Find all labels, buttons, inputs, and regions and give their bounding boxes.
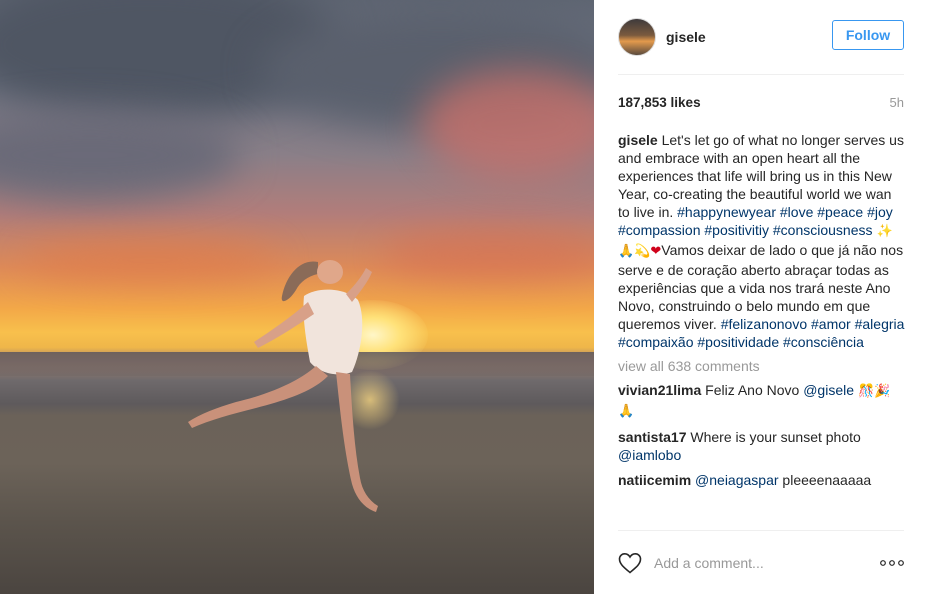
likes-row: 187,853 likes 5h [618, 95, 904, 110]
comment: natiicemim @neiagaspar pleeeenaaaaa [618, 471, 906, 489]
hashtag[interactable]: #consciência [783, 334, 864, 350]
post-side-panel: gisele Follow 187,853 likes 5h gisele Le… [594, 0, 928, 594]
hashtag[interactable]: #love [780, 204, 813, 220]
post-header: gisele Follow [618, 0, 904, 75]
hashtag[interactable]: #positivitiy [704, 222, 769, 238]
add-comment-input[interactable] [652, 547, 880, 579]
comment: santista17 Where is your sunset photo @i… [618, 428, 906, 464]
comment-username[interactable]: vivian21lima [618, 382, 701, 398]
hashtag[interactable]: #happynewyear [677, 204, 776, 220]
hashtag[interactable]: #joy [867, 204, 893, 220]
comment-username[interactable]: santista17 [618, 429, 686, 445]
comment-text: pleeeenaaaaa [778, 472, 872, 488]
post-username[interactable]: gisele [666, 29, 706, 45]
hashtag[interactable]: #positividade [697, 334, 779, 350]
hashtag[interactable]: #alegria [855, 316, 905, 332]
hashtag[interactable]: #felizanonovo [721, 316, 807, 332]
hashtag[interactable]: #consciousness [773, 222, 873, 238]
follow-button[interactable]: Follow [832, 20, 904, 50]
dancer-silhouette [188, 260, 378, 512]
comment-mention[interactable]: @iamlobo [618, 447, 681, 463]
likes-count[interactable]: 187,853 likes [618, 95, 701, 110]
comment-mention[interactable]: @gisele [803, 382, 854, 398]
hashtag[interactable]: #compaixão [618, 334, 694, 350]
post-caption: gisele Let's let go of what no longer se… [618, 131, 906, 351]
hashtag[interactable]: #amor [811, 316, 851, 332]
comments-section: gisele Let's let go of what no longer se… [618, 131, 906, 529]
comment-text: Feliz Ano Novo [701, 382, 804, 398]
post-photo[interactable] [0, 0, 594, 594]
comment-text: Where is your sunset photo [686, 429, 861, 445]
post-timestamp[interactable]: 5h [890, 95, 904, 110]
view-all-comments-link[interactable]: view all 638 comments [618, 357, 906, 375]
comment: vivian21lima Feliz Ano Novo @gisele 🎊🎉🙏 [618, 381, 906, 421]
heart-icon[interactable] [618, 552, 642, 574]
comment-mention[interactable]: @neiagaspar [695, 472, 779, 488]
comment-username[interactable]: natiicemim [618, 472, 691, 488]
red-heart-emoji: ❤ [650, 244, 662, 259]
caption-username[interactable]: gisele [618, 132, 658, 148]
avatar[interactable] [618, 18, 656, 56]
post-footer [618, 530, 904, 595]
hashtag[interactable]: #compassion [618, 222, 701, 238]
more-options-icon[interactable] [880, 558, 904, 568]
instagram-post: gisele Follow 187,853 likes 5h gisele Le… [0, 0, 928, 594]
hashtag[interactable]: #peace [817, 204, 863, 220]
